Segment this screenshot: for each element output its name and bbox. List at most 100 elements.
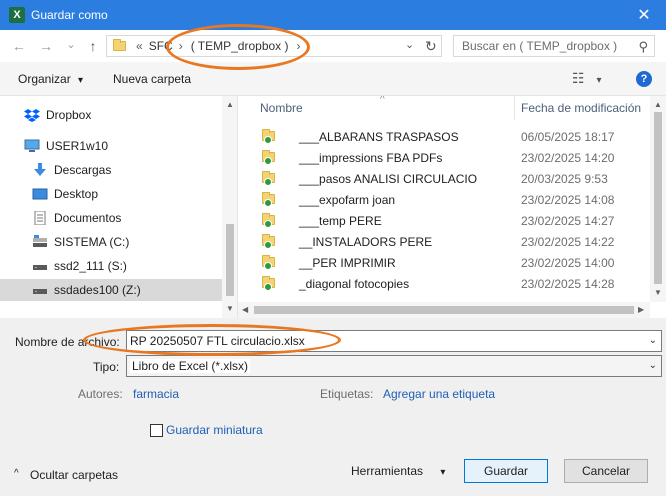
annotation-ring [83,324,341,356]
search-icon[interactable]: ⚲ [638,39,648,55]
scroll-down-icon[interactable]: ▼ [654,288,662,297]
breadcrumb-overflow[interactable]: « [136,39,143,53]
file-row[interactable]: ___pasos ANALISI CIRCULACIO 20/03/2025 9:… [238,168,650,189]
sync-status-icon [264,157,272,165]
command-bar: Organizar ▾ Nueva carpeta ☷ ▾ ? [0,62,666,96]
scroll-up-icon[interactable]: ▲ [654,100,662,109]
up-button[interactable]: ↑ [82,35,104,57]
type-label: Tipo: [93,360,120,374]
file-name: __INSTALADORS PERE [299,234,433,249]
authors-field[interactable]: farmacia [133,387,179,401]
file-list-hscrollbar[interactable]: ◀ ▶ [238,302,650,318]
address-dropdown-icon[interactable]: ⌄ [405,38,414,51]
address-row: ← → ⌄ ↑ « SFC › ( TEMP_dropbox ) › ⌄ ↻ B… [0,30,666,62]
sync-status-icon [264,136,272,144]
recent-locations-button[interactable]: ⌄ [60,33,82,55]
file-date: 23/02/2025 14:28 [521,276,615,291]
file-name: ___ALBARANS TRASPASOS [299,129,459,144]
scroll-right-icon[interactable]: ▶ [638,305,644,314]
nav-item-user1w10[interactable]: USER1w10 [0,135,222,157]
file-row[interactable]: _diagonal fotocopies 23/02/2025 14:28 [238,273,650,294]
file-list-hscroll-thumb[interactable] [254,306,634,314]
nav-item-descargas[interactable]: Descargas [0,159,222,181]
chevron-down-icon: ▾ [440,467,446,478]
folder-icon [262,192,275,207]
file-date: 23/02/2025 14:27 [521,213,615,228]
search-input[interactable]: Buscar en ( TEMP_dropbox ) ⚲ [453,35,655,57]
back-button[interactable]: ← [8,35,30,57]
nav-item-ssdades100-z[interactable]: ssdades100 (Z:) [0,279,222,301]
organize-label: Organizar [18,72,71,86]
file-list-scrollbar[interactable]: ▲ ▼ [650,96,666,302]
nav-scrollbar[interactable]: ▲ ▼ [222,96,237,318]
file-type-select[interactable]: Libro de Excel (*.xlsx) ⌄ [126,355,662,377]
file-list-scroll-thumb[interactable] [654,112,662,284]
chevron-down-icon: ▾ [596,75,602,86]
nav-item-label: Descargas [54,163,112,177]
tags-field[interactable]: Agregar una etiqueta [383,387,495,401]
help-icon[interactable]: ? [636,71,652,87]
file-row[interactable]: ___ALBARANS TRASPASOS 06/05/2025 18:17 [238,126,650,147]
forward-button[interactable]: → [35,35,57,57]
nav-item-ssd2-111[interactable]: ssd2_111 (S:) [0,255,222,277]
window-title: Guardar como [31,8,108,22]
cancel-button[interactable]: Cancelar [564,459,648,483]
drive-icon [32,283,48,297]
scroll-up-icon[interactable]: ▲ [226,100,234,109]
column-header-date[interactable]: Fecha de modificación [521,96,641,120]
sort-ascending-icon: ^ [380,96,385,105]
scroll-down-icon[interactable]: ▼ [226,304,234,313]
sync-status-icon [264,262,272,270]
file-row[interactable]: __PER IMPRIMIR 23/02/2025 14:00 [238,252,650,273]
file-date: 23/02/2025 14:00 [521,255,615,270]
nav-item-label: Dropbox [46,108,92,122]
chevron-down-icon[interactable]: ⌄ [649,360,657,371]
refresh-icon[interactable]: ↻ [425,38,437,55]
tools-button[interactable]: Herramientas ▾ [351,464,445,478]
file-date: 23/02/2025 14:08 [521,192,615,207]
file-date: 23/02/2025 14:22 [521,234,615,249]
file-list-pane: Nombre ^ Fecha de modificación ___ALBARA… [238,96,666,318]
folder-icon [262,171,275,186]
folder-icon [262,213,275,228]
view-options-button[interactable]: ☷ ▾ [572,70,601,87]
nav-item-label: SISTEMA (C:) [54,235,130,249]
sync-status-icon [264,283,272,291]
file-row[interactable]: ___expofarm joan 23/02/2025 14:08 [238,189,650,210]
chevron-down-icon[interactable]: ⌄ [649,335,657,346]
scroll-left-icon[interactable]: ◀ [242,305,248,314]
file-row[interactable]: ___temp PERE 23/02/2025 14:27 [238,210,650,231]
chevron-up-icon[interactable]: ^ [14,468,19,479]
nav-item-documentos[interactable]: Documentos [0,207,222,229]
folder-icon [262,150,275,165]
nav-item-label: USER1w10 [46,139,109,153]
hide-folders-button[interactable]: Ocultar carpetas [30,468,118,482]
drive-icon [32,259,48,273]
column-divider[interactable] [514,96,515,120]
excel-app-icon: X [9,7,25,23]
save-thumbnail-label[interactable]: Guardar miniatura [166,423,263,437]
nav-item-label: ssdades100 (Z:) [54,283,141,297]
close-button[interactable]: ✕ [622,0,666,30]
nav-item-sistema-c[interactable]: SISTEMA (C:) [0,231,222,253]
drive-icon [32,235,48,249]
nav-scroll-thumb[interactable] [226,224,234,296]
file-name: ___pasos ANALISI CIRCULACIO [299,171,478,186]
save-thumbnail-checkbox[interactable] [150,424,163,437]
tools-label: Herramientas [351,464,424,478]
column-header-name[interactable]: Nombre [260,96,303,120]
file-row[interactable]: __INSTALADORS PERE 23/02/2025 14:22 [238,231,650,252]
nav-item-desktop[interactable]: Desktop [0,183,222,205]
organize-button[interactable]: Organizar ▾ [18,72,83,86]
documents-icon [32,211,48,225]
sync-status-icon [264,199,272,207]
downloads-icon [32,163,48,177]
save-button[interactable]: Guardar [464,459,548,483]
nav-item-label: ssd2_111 (S:) [54,259,127,273]
nav-item-dropbox[interactable]: Dropbox [0,104,222,126]
file-date: 20/03/2025 9:53 [521,171,608,186]
new-folder-button[interactable]: Nueva carpeta [113,72,191,86]
file-row[interactable]: ___impressions FBA PDFs 23/02/2025 14:20 [238,147,650,168]
folder-icon [262,129,275,144]
navigation-pane: Dropbox USER1w10 Descargas Desktop Docum… [0,96,238,318]
